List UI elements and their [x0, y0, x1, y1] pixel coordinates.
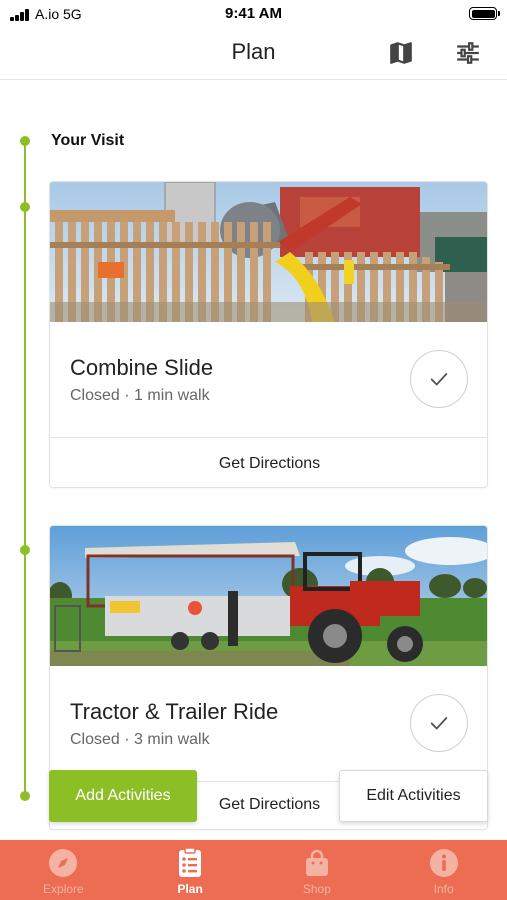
battery-icon — [469, 7, 500, 20]
tab-label: Shop — [302, 882, 331, 896]
activity-name: Tractor & Trailer Ride — [70, 699, 279, 724]
activity-card[interactable]: Combine Slide Closed · 1 min walk Get Di… — [49, 181, 488, 488]
checkmark-icon — [430, 373, 448, 386]
activity-name: Combine Slide — [70, 355, 214, 380]
timeline-dot — [20, 545, 30, 555]
tab-bar: Explore Plan Shop Info — [0, 840, 507, 900]
tab-plan[interactable]: Plan — [127, 840, 254, 900]
checkmark-icon — [430, 717, 448, 730]
section-title: Your Visit — [51, 132, 125, 149]
get-directions-button[interactable]: Get Directions — [50, 438, 487, 487]
activity-photo — [50, 182, 487, 322]
mark-done-button[interactable] — [410, 350, 468, 408]
tab-info[interactable]: Info — [380, 840, 507, 900]
activity-status: Closed · 1 min walk — [70, 387, 210, 404]
map-icon — [390, 42, 412, 64]
tab-label: Plan — [177, 882, 203, 896]
tab-shop[interactable]: Shop — [254, 840, 381, 900]
navigation-bar: Plan — [0, 28, 507, 80]
compass-icon — [48, 848, 78, 878]
checklist-icon — [175, 848, 205, 878]
page-title: Plan — [231, 39, 276, 64]
timeline-line — [24, 140, 26, 796]
filter-sliders-icon — [457, 42, 479, 64]
add-activities-button[interactable]: Add Activities — [49, 770, 197, 822]
info-icon — [429, 848, 459, 878]
timeline-dot — [20, 202, 30, 212]
timeline-dot — [20, 791, 30, 801]
tab-label: Info — [433, 882, 454, 896]
edit-activities-button[interactable]: Edit Activities — [339, 770, 488, 822]
status-time: 9:41 AM — [225, 5, 282, 22]
map-button[interactable] — [386, 38, 416, 68]
mark-done-button[interactable] — [410, 694, 468, 752]
tab-label: Explore — [43, 882, 84, 896]
filter-button[interactable] — [453, 38, 483, 68]
activity-photo — [50, 526, 487, 666]
tab-explore[interactable]: Explore — [0, 840, 127, 900]
shopping-bag-icon — [302, 848, 332, 878]
timeline-dot — [20, 136, 30, 146]
activity-status: Closed · 3 min walk — [70, 731, 210, 748]
status-bar: A.io 5G 9:41 AM — [0, 0, 507, 28]
